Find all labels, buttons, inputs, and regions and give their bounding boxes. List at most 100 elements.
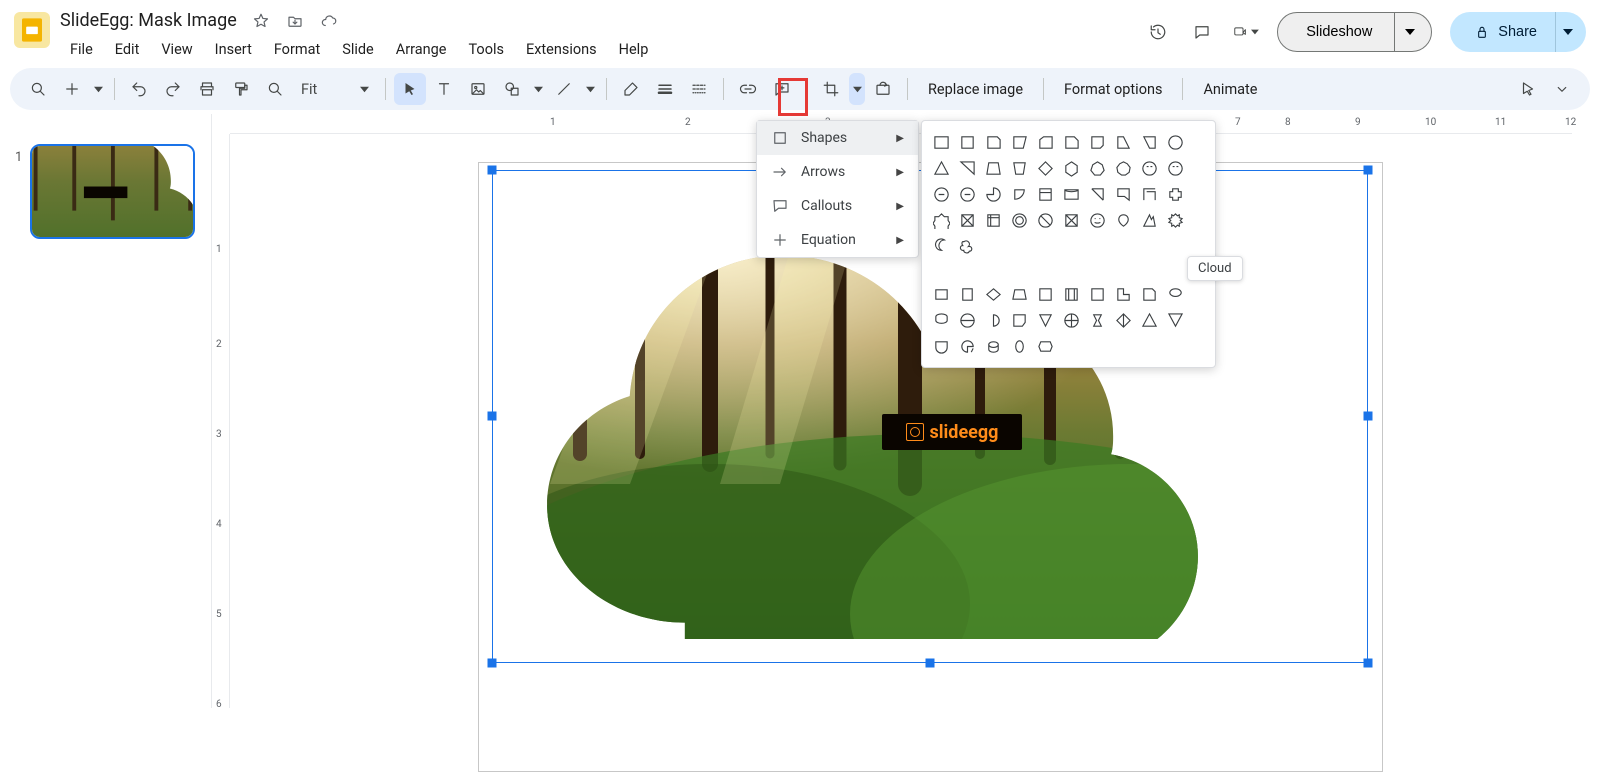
shape-option[interactable] [1008, 335, 1030, 357]
shape-option[interactable] [930, 235, 952, 257]
border-color-icon[interactable] [615, 73, 647, 105]
shape-option[interactable] [1008, 309, 1030, 331]
shape-option[interactable] [1034, 157, 1056, 179]
shape-option[interactable] [1086, 283, 1108, 305]
menu-equation[interactable]: Equation▶ [757, 223, 918, 257]
shape-option[interactable] [930, 335, 952, 357]
shape-option[interactable] [956, 283, 978, 305]
shape-option[interactable] [1138, 157, 1160, 179]
star-icon[interactable] [251, 11, 271, 31]
zoom-level[interactable]: Fit [293, 74, 377, 104]
border-dash-icon[interactable] [683, 73, 715, 105]
line-icon[interactable] [548, 73, 580, 105]
image-icon[interactable] [462, 73, 494, 105]
border-weight-icon[interactable] [649, 73, 681, 105]
mask-shape-menu[interactable]: Shapes▶ Arrows▶ Callouts▶ Equation▶ [756, 120, 919, 258]
shape-option[interactable] [1164, 309, 1186, 331]
selection-handle[interactable] [926, 659, 935, 668]
history-icon[interactable] [1145, 19, 1171, 45]
shape-option[interactable] [1112, 309, 1134, 331]
link-icon[interactable] [732, 73, 764, 105]
shape-option[interactable] [1138, 131, 1160, 153]
slide-thumbnail[interactable] [30, 144, 195, 239]
shape-option[interactable] [1060, 309, 1082, 331]
menu-callouts[interactable]: Callouts▶ [757, 189, 918, 223]
shape-option[interactable] [930, 183, 952, 205]
selection-handle[interactable] [488, 659, 497, 668]
shape-option[interactable] [1008, 131, 1030, 153]
menu-view[interactable]: View [151, 37, 202, 62]
shape-option[interactable] [1112, 283, 1134, 305]
shape-option[interactable] [1008, 157, 1030, 179]
slide-panel[interactable]: 1 [0, 114, 212, 708]
menu-file[interactable]: File [60, 37, 103, 62]
shape-option[interactable] [1060, 209, 1082, 231]
shape-option[interactable] [1060, 283, 1082, 305]
shape-option[interactable] [1086, 209, 1108, 231]
shape-option[interactable] [1086, 183, 1108, 205]
shape-option[interactable] [982, 157, 1004, 179]
shape-option[interactable] [1138, 283, 1160, 305]
shape-option[interactable] [1008, 183, 1030, 205]
selection-handle[interactable] [488, 166, 497, 175]
shape-option[interactable] [982, 335, 1004, 357]
shape-option[interactable] [1164, 209, 1186, 231]
shape-option[interactable] [1034, 309, 1056, 331]
shape-option[interactable] [1060, 183, 1082, 205]
shape-option[interactable] [982, 309, 1004, 331]
mask-caret-icon[interactable] [849, 73, 865, 105]
shape-option[interactable] [1008, 283, 1030, 305]
share-caret-icon[interactable] [1556, 27, 1580, 37]
text-box-icon[interactable] [428, 73, 460, 105]
shape-option[interactable] [1164, 131, 1186, 153]
menu-edit[interactable]: Edit [105, 37, 150, 62]
shape-option[interactable] [1034, 283, 1056, 305]
shape-option[interactable] [1138, 209, 1160, 231]
shape-option[interactable] [930, 131, 952, 153]
shape-option[interactable] [930, 157, 952, 179]
shape-option[interactable] [1112, 131, 1134, 153]
slideshow-caret-icon[interactable] [1395, 27, 1425, 37]
shape-option[interactable] [956, 209, 978, 231]
selection-handle[interactable] [1364, 659, 1373, 668]
shape-option[interactable] [1008, 209, 1030, 231]
shape-option[interactable] [982, 283, 1004, 305]
shape-option[interactable] [1034, 209, 1056, 231]
shape-option[interactable] [1086, 309, 1108, 331]
format-options-button[interactable]: Format options [1052, 73, 1174, 105]
shape-option[interactable] [956, 335, 978, 357]
search-icon[interactable] [22, 73, 54, 105]
shape-option[interactable] [1164, 157, 1186, 179]
shape-option[interactable] [1164, 183, 1186, 205]
shape-grid[interactable] [921, 120, 1216, 368]
menu-format[interactable]: Format [264, 37, 330, 62]
shape-option[interactable] [1112, 157, 1134, 179]
slideshow-button[interactable]: Slideshow [1277, 12, 1432, 52]
shape-option[interactable] [956, 157, 978, 179]
shape-option[interactable] [1060, 157, 1082, 179]
shape-option[interactable] [1086, 131, 1108, 153]
shape-option[interactable] [1112, 183, 1134, 205]
shape-option[interactable] [1164, 283, 1186, 305]
new-slide-caret-icon[interactable] [90, 73, 106, 105]
shape-option[interactable] [982, 183, 1004, 205]
undo-icon[interactable] [123, 73, 155, 105]
shape-option[interactable] [1034, 335, 1056, 357]
redo-icon[interactable] [157, 73, 189, 105]
shape-caret-icon[interactable] [530, 73, 546, 105]
shape-option[interactable] [982, 209, 1004, 231]
doc-title[interactable]: SlideEgg: Mask Image [60, 10, 237, 31]
animate-button[interactable]: Animate [1191, 73, 1269, 105]
menu-arrange[interactable]: Arrange [386, 37, 457, 62]
new-slide-icon[interactable] [56, 73, 88, 105]
shape-option[interactable] [956, 235, 978, 257]
cloud-status-icon[interactable] [319, 11, 339, 31]
zoom-icon[interactable] [259, 73, 291, 105]
menu-tools[interactable]: Tools [458, 37, 514, 62]
print-icon[interactable] [191, 73, 223, 105]
selection-handle[interactable] [488, 412, 497, 421]
shape-option[interactable] [1086, 157, 1108, 179]
slides-app-icon[interactable] [14, 12, 50, 48]
reset-image-icon[interactable] [867, 73, 899, 105]
shape-option[interactable] [1138, 309, 1160, 331]
